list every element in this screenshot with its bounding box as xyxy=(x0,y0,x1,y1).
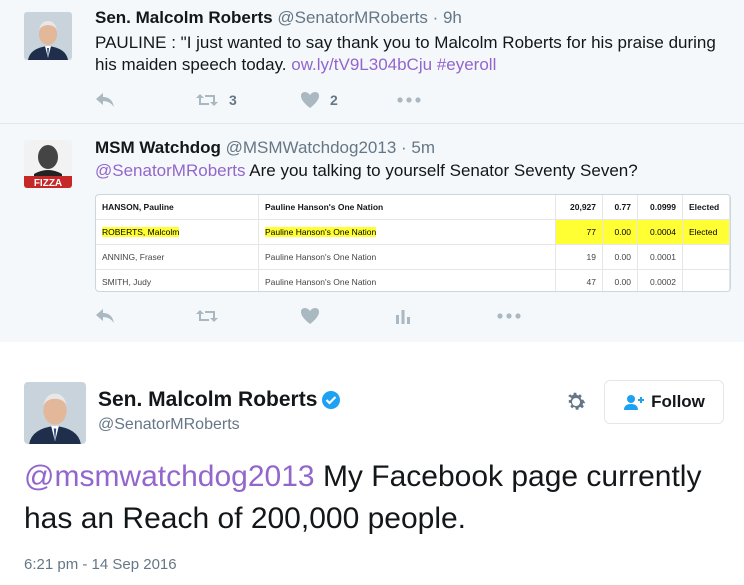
heart-icon xyxy=(301,308,319,324)
party-name: Pauline Hanson's One Nation xyxy=(258,244,556,270)
reply-icon xyxy=(96,93,114,107)
tweet-roberts-pauline[interactable]: Sen. Malcolm Roberts @SenatorMRoberts · … xyxy=(0,0,744,124)
votes: 47 xyxy=(555,269,603,291)
author-handle[interactable]: @SenatorMRoberts xyxy=(277,8,428,27)
fraction: 0.0999 xyxy=(637,195,683,220)
author-name[interactable]: Sen. Malcolm Roberts xyxy=(95,8,273,27)
status xyxy=(682,244,730,270)
more-button[interactable] xyxy=(497,313,521,319)
quota: 0.00 xyxy=(602,219,638,245)
reply-button[interactable] xyxy=(95,308,115,324)
more-button[interactable] xyxy=(397,97,421,103)
party-name: Pauline Hanson's One Nation xyxy=(258,219,556,245)
retweet-icon xyxy=(196,94,218,106)
votes: 20,927 xyxy=(555,195,603,220)
tweet-header: MSM Watchdog @MSMWatchdog2013 · 5m xyxy=(95,138,435,158)
votes: 19 xyxy=(555,244,603,270)
avatar[interactable]: FIZZA xyxy=(24,140,72,188)
add-user-icon xyxy=(624,395,645,410)
verified-icon xyxy=(322,391,341,410)
author-handle[interactable]: @SenatorMRoberts xyxy=(98,416,240,434)
reply-icon xyxy=(96,309,114,323)
candidate-name: ROBERTS, Malcolm xyxy=(96,219,259,245)
author-name[interactable]: Sen. Malcolm Roberts xyxy=(98,388,341,412)
candidate-name: ANNING, Fraser xyxy=(96,244,259,270)
follow-label: Follow xyxy=(651,392,705,411)
retweet-count: 3 xyxy=(229,92,237,108)
fraction: 0.0002 xyxy=(637,269,683,291)
tweet-text: @SenatorMRoberts Are you talking to your… xyxy=(95,160,735,182)
hashtag[interactable]: #eyeroll xyxy=(437,55,497,74)
retweet-button[interactable]: 3 xyxy=(195,92,237,108)
main-tweet: Sen. Malcolm Roberts @SenatorMRoberts Fo… xyxy=(0,342,744,585)
like-count: 2 xyxy=(330,92,338,108)
tweet-text: @msmwatchdog2013 My Facebook page curren… xyxy=(24,456,724,540)
like-button[interactable] xyxy=(300,307,320,325)
tweet-header: Sen. Malcolm Roberts @SenatorMRoberts · … xyxy=(95,8,462,28)
table-row-highlighted: ROBERTS, Malcolm Pauline Hanson's One Na… xyxy=(96,219,730,245)
heart-icon xyxy=(301,92,319,108)
status: Elected xyxy=(682,195,730,220)
analytics-icon xyxy=(396,310,410,324)
gear-icon[interactable] xyxy=(564,390,588,419)
status xyxy=(682,269,730,291)
tweet-text-body: Are you talking to yourself Senator Seve… xyxy=(245,161,638,180)
avatar[interactable] xyxy=(24,382,86,444)
tweet-text: PAULINE : "I just wanted to say thank yo… xyxy=(95,32,735,76)
tweet-time[interactable]: · 9h xyxy=(433,8,462,27)
follow-button[interactable]: Follow xyxy=(604,380,724,424)
more-icon xyxy=(497,313,521,319)
like-button[interactable]: 2 xyxy=(300,91,338,109)
avatar-text: FIZZA xyxy=(34,178,62,188)
candidate-name: HANSON, Pauline xyxy=(96,195,259,220)
candidate-name: SMITH, Judy xyxy=(96,269,259,291)
analytics-button[interactable] xyxy=(395,308,411,324)
author-name[interactable]: MSM Watchdog xyxy=(95,138,221,157)
party-name: Pauline Hanson's One Nation xyxy=(258,269,556,291)
reply-button[interactable] xyxy=(95,92,115,108)
fraction: 0.0004 xyxy=(637,219,683,245)
table-row: SMITH, Judy Pauline Hanson's One Nation … xyxy=(96,269,730,291)
attached-image-vote-table[interactable]: HANSON, Pauline Pauline Hanson's One Nat… xyxy=(95,194,731,292)
author-handle[interactable]: @MSMWatchdog2013 xyxy=(226,138,397,157)
tweet-time[interactable]: · 5m xyxy=(401,138,435,157)
quota: 0.00 xyxy=(602,244,638,270)
votes: 77 xyxy=(555,219,603,245)
mention[interactable]: @msmwatchdog2013 xyxy=(24,460,315,493)
more-icon xyxy=(397,97,421,103)
quota: 0.00 xyxy=(602,269,638,291)
mention[interactable]: @SenatorMRoberts xyxy=(95,161,246,180)
tweet-timestamp[interactable]: 6:21 pm - 14 Sep 2016 xyxy=(24,556,177,573)
quota: 0.77 xyxy=(602,195,638,220)
tweet-link[interactable]: ow.ly/tV9L304bCju xyxy=(291,55,432,74)
status: Elected xyxy=(682,219,730,245)
avatar[interactable] xyxy=(24,12,72,60)
party-name: Pauline Hanson's One Nation xyxy=(258,195,556,220)
retweet-button[interactable] xyxy=(195,308,219,324)
table-row: HANSON, Pauline Pauline Hanson's One Nat… xyxy=(96,195,730,220)
retweet-icon xyxy=(196,310,218,322)
fraction: 0.0001 xyxy=(637,244,683,270)
tweet-msm-watchdog[interactable]: FIZZA MSM Watchdog @MSMWatchdog2013 · 5m… xyxy=(0,124,744,342)
table-row: ANNING, Fraser Pauline Hanson's One Nati… xyxy=(96,244,730,270)
